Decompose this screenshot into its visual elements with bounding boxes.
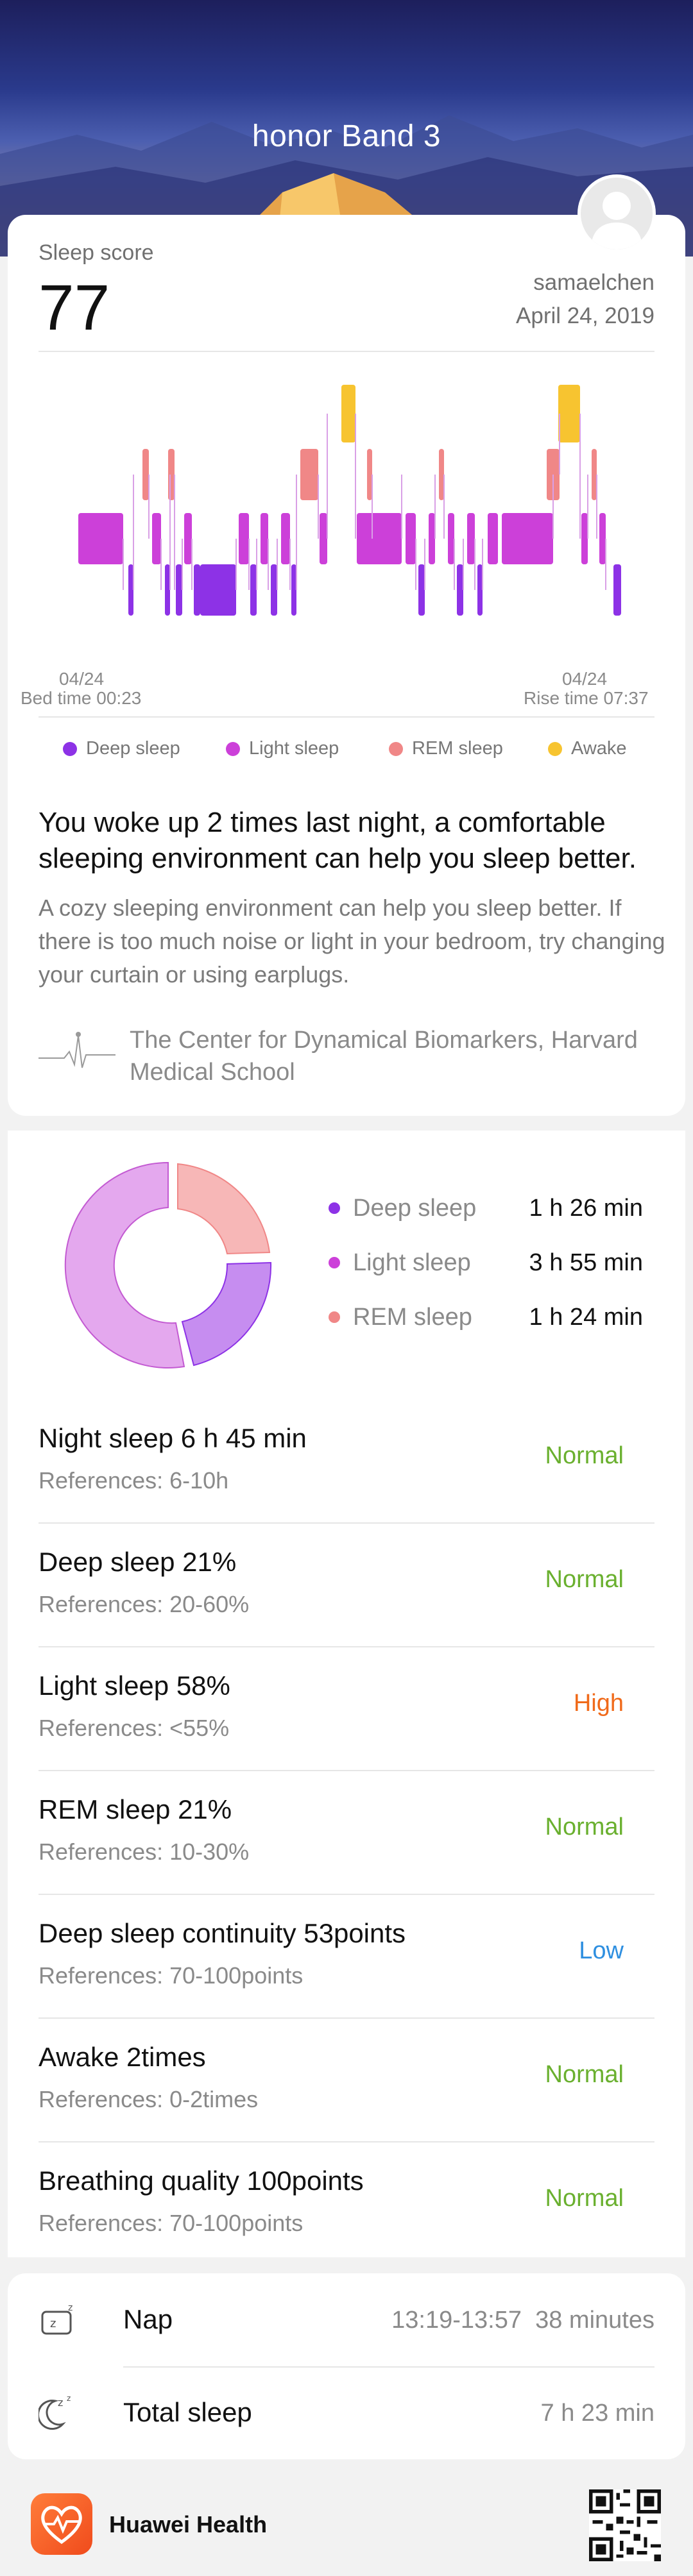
sleep-segment <box>152 513 161 564</box>
nap-row[interactable]: z z Nap 13:19-13:57 38 minutes <box>38 2273 654 2366</box>
qr-code <box>589 2489 661 2561</box>
status-badge: Normal <box>545 1566 624 1593</box>
sleep-breakdown-donut <box>64 1161 272 1368</box>
sleep-segment <box>176 564 182 616</box>
sleep-segment <box>477 564 483 616</box>
sleep-segment <box>488 513 498 564</box>
sleep-segment <box>457 564 463 616</box>
metric-night-sleep[interactable]: Night sleep 6 h 45 min References: 6-10h… <box>38 1400 654 1524</box>
sleep-stage-chart[interactable] <box>8 385 685 654</box>
legend-rem: REM sleep <box>389 738 503 759</box>
svg-text:z: z <box>50 2317 56 2330</box>
user-name: samaelchen <box>533 270 654 295</box>
metric-light-sleep[interactable]: Light sleep 58% References: <55% High <box>38 1647 654 1771</box>
bed-time: Bed time 00:23 <box>21 688 142 708</box>
sleep-segment <box>581 513 588 564</box>
sleep-segment <box>291 564 296 616</box>
sleep-details-card: Deep sleep 1 h 26 min Light sleep 3 h 55… <box>8 1131 685 2257</box>
divider <box>38 351 654 352</box>
score-label: Sleep score <box>38 240 154 265</box>
status-badge: Normal <box>545 2061 624 2088</box>
svg-text:z: z <box>67 2394 71 2403</box>
sleep-segment <box>271 564 277 616</box>
sleep-segment <box>439 449 444 500</box>
chart-legend: Deep sleep Light sleep REM sleep Awake <box>8 733 685 765</box>
sleep-message-body: A cozy sleeping environment can help you… <box>38 895 665 988</box>
sleep-segment <box>261 513 268 564</box>
metric-awake[interactable]: Awake 2times References: 0-2times Normal <box>38 2019 654 2142</box>
huawei-health-logo <box>31 2493 92 2555</box>
sleep-segment <box>613 564 621 616</box>
sleep-segment <box>300 449 318 500</box>
metric-breathing-quality[interactable]: Breathing quality 100points References: … <box>38 2142 654 2266</box>
sleep-segment <box>320 513 327 564</box>
status-badge: Low <box>579 1937 624 1964</box>
svg-text:z: z <box>68 2303 73 2313</box>
nap-icon: z z <box>41 2303 73 2335</box>
sleep-segment <box>250 564 257 616</box>
status-badge: High <box>573 1690 624 1717</box>
sleep-segment <box>599 513 606 564</box>
sleep-score-card: Sleep score 77 samaelchen April 24, 2019… <box>8 215 685 1116</box>
sleep-segment <box>78 513 123 564</box>
sleep-segment <box>168 449 175 500</box>
sleep-segment <box>367 449 372 500</box>
total-sleep-row[interactable]: z z Total sleep 7 h 23 min <box>38 2366 654 2459</box>
sleep-segment <box>341 385 355 442</box>
breakdown-rem: REM sleep 1 h 24 min <box>322 1297 643 1336</box>
source-credit: The Center for Dynamical Biomarkers, Har… <box>130 1027 638 1086</box>
sleep-segment <box>128 564 133 616</box>
sleep-segment <box>429 513 435 564</box>
footer: Huawei Health <box>0 2475 693 2576</box>
sleep-date: April 24, 2019 <box>516 303 654 328</box>
status-badge: Normal <box>545 1814 624 1840</box>
breakdown-deep: Deep sleep 1 h 26 min <box>322 1188 643 1227</box>
status-badge: Normal <box>545 2185 624 2212</box>
moon-zz-icon: z z <box>38 2394 71 2430</box>
legend-awake: Awake <box>548 738 627 759</box>
sleep-segment <box>448 513 454 564</box>
sleep-segment <box>558 385 580 442</box>
app-name: Huawei Health <box>109 2511 268 2538</box>
svg-text:z: z <box>58 2396 63 2409</box>
sleep-segment <box>357 513 402 564</box>
rise-date: 04/24 <box>562 669 608 689</box>
heartbeat-logo-icon <box>38 1032 116 1068</box>
metric-deep-continuity[interactable]: Deep sleep continuity 53points Reference… <box>38 1895 654 2019</box>
bed-date: 04/24 <box>59 669 105 689</box>
metric-deep-sleep[interactable]: Deep sleep 21% References: 20-60% Normal <box>38 1524 654 1647</box>
breakdown-light: Light sleep 3 h 55 min <box>322 1243 643 1281</box>
status-badge: Normal <box>545 1442 624 1469</box>
legend-deep: Deep sleep <box>63 738 180 759</box>
rise-time: Rise time 07:37 <box>524 688 649 708</box>
metric-rem-sleep[interactable]: REM sleep 21% References: 10-30% Normal <box>38 1771 654 1895</box>
sleep-segment <box>165 564 170 616</box>
sleep-segment <box>194 564 200 616</box>
device-title: honor Band 3 <box>252 119 441 153</box>
sleep-summary-card: z z Nap 13:19-13:57 38 minutes z z Total… <box>8 2273 685 2459</box>
divider <box>38 716 654 718</box>
sleep-segment <box>467 513 475 564</box>
sleep-segment <box>239 513 249 564</box>
sleep-segment <box>592 449 597 500</box>
sleep-segment <box>502 513 553 564</box>
avatar[interactable] <box>578 174 656 253</box>
sleep-segment <box>184 513 192 564</box>
legend-light: Light sleep <box>226 738 339 759</box>
sleep-segment <box>281 513 290 564</box>
sleep-segment <box>200 564 236 616</box>
sleep-message-title: You woke up 2 times last night, a comfor… <box>38 807 637 874</box>
sleep-segment <box>406 513 416 564</box>
sleep-segment <box>418 564 425 616</box>
sleep-segment <box>142 449 149 500</box>
score-value: 77 <box>38 272 110 344</box>
